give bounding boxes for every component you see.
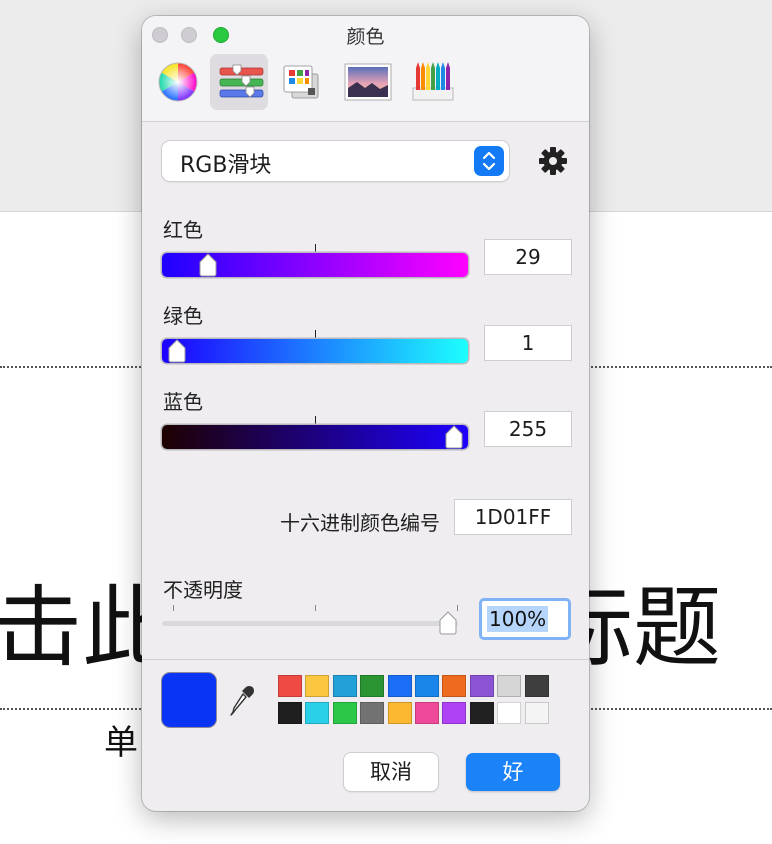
color-swatch[interactable] bbox=[332, 675, 357, 697]
green-label: 绿色 bbox=[163, 304, 203, 328]
opacity-slider-thumb[interactable] bbox=[436, 610, 460, 636]
blue-label: 蓝色 bbox=[163, 390, 203, 414]
tab-image-palettes[interactable] bbox=[339, 54, 397, 110]
red-label: 红色 bbox=[163, 218, 203, 242]
tab-color-sliders[interactable] bbox=[210, 54, 268, 110]
color-swatch[interactable] bbox=[305, 675, 330, 697]
blue-center-tick bbox=[315, 416, 316, 424]
color-swatch[interactable] bbox=[524, 675, 549, 697]
opacity-slider-track[interactable] bbox=[162, 621, 458, 626]
color-swatch[interactable] bbox=[360, 675, 385, 697]
gear-icon[interactable] bbox=[538, 146, 568, 180]
color-swatch[interactable] bbox=[278, 675, 302, 697]
cancel-button[interactable]: 取消 bbox=[344, 753, 438, 791]
panel-title: 颜色 bbox=[346, 26, 385, 48]
color-swatch[interactable] bbox=[415, 675, 439, 697]
hex-label: 十六进制颜色编号 bbox=[280, 511, 440, 535]
updown-chevron-icon bbox=[474, 146, 504, 176]
red-slider-thumb[interactable] bbox=[196, 252, 220, 278]
color-swatch[interactable] bbox=[415, 702, 439, 724]
image-icon bbox=[344, 63, 392, 101]
hex-value-field[interactable]: 1D01FF bbox=[455, 500, 571, 534]
color-swatch[interactable] bbox=[332, 702, 357, 724]
green-center-tick bbox=[315, 330, 316, 338]
color-swatch[interactable] bbox=[497, 675, 522, 697]
panel-divider bbox=[142, 659, 589, 660]
green-slider-thumb[interactable] bbox=[165, 338, 189, 364]
color-swatch[interactable] bbox=[387, 675, 412, 697]
color-swatch[interactable] bbox=[442, 675, 467, 697]
blue-value-field[interactable]: 255 bbox=[485, 412, 571, 446]
opacity-tick-0 bbox=[173, 605, 174, 611]
blue-slider-thumb[interactable] bbox=[442, 424, 466, 450]
color-swatch[interactable] bbox=[442, 702, 467, 724]
green-slider-track[interactable] bbox=[162, 339, 468, 363]
tab-pencils[interactable] bbox=[405, 54, 463, 110]
color-swatch[interactable] bbox=[360, 702, 385, 724]
red-value-field[interactable]: 29 bbox=[485, 240, 571, 274]
eyedropper-icon[interactable] bbox=[230, 684, 256, 722]
color-swatch[interactable] bbox=[497, 702, 522, 724]
ok-button[interactable]: 好 bbox=[466, 753, 560, 791]
color-swatch[interactable] bbox=[278, 702, 302, 724]
palettes-icon bbox=[283, 65, 319, 99]
color-swatch[interactable] bbox=[305, 702, 330, 724]
blue-slider-track[interactable] bbox=[162, 425, 468, 449]
pencils-icon bbox=[412, 62, 454, 101]
color-swatch[interactable] bbox=[387, 702, 412, 724]
mode-select[interactable]: RGB滑块 bbox=[162, 141, 509, 181]
opacity-label: 不透明度 bbox=[163, 578, 243, 602]
color-swatch[interactable] bbox=[524, 702, 549, 724]
green-value-field[interactable]: 1 bbox=[485, 326, 571, 360]
color-swatch[interactable] bbox=[469, 675, 494, 697]
mode-select-value: RGB滑块 bbox=[180, 153, 272, 178]
colors-panel: 颜色 RGB滑块 红色 29 绿色 1 蓝色 255 十六进制颜色编号 1D01… bbox=[142, 16, 589, 811]
tab-color-palettes[interactable] bbox=[270, 54, 328, 110]
slide-subtitle[interactable]: 单 bbox=[104, 726, 138, 760]
opacity-value-field[interactable]: 100% bbox=[479, 598, 571, 640]
current-color-well[interactable] bbox=[162, 673, 216, 727]
opacity-tick-50 bbox=[315, 605, 316, 611]
sliders-icon bbox=[219, 64, 264, 98]
tab-color-wheel[interactable] bbox=[150, 54, 208, 110]
red-center-tick bbox=[315, 244, 316, 252]
opacity-value-selected: 100% bbox=[487, 606, 549, 632]
panel-titlebar: 颜色 bbox=[142, 16, 589, 122]
color-wheel-icon bbox=[158, 62, 198, 102]
color-swatch[interactable] bbox=[469, 702, 494, 724]
